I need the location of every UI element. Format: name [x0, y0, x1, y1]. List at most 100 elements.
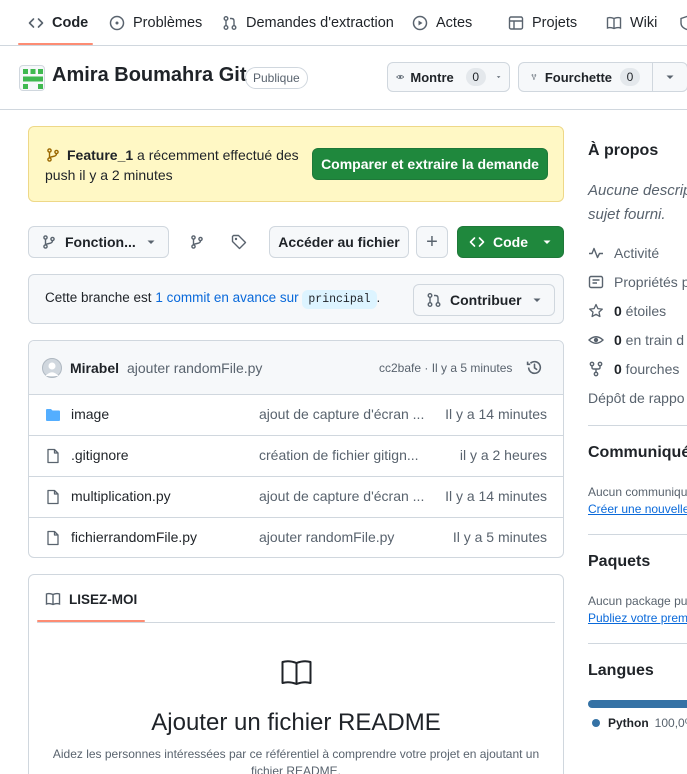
tab-code[interactable]: Code	[28, 0, 88, 46]
file-row[interactable]: multiplication.py ajout de capture d'écr…	[29, 477, 563, 518]
table-icon	[508, 16, 524, 30]
language-percent: 100,0%	[654, 716, 687, 730]
pull-request-icon	[427, 293, 441, 307]
file-commit-message[interactable]: création de fichier gitign...	[259, 447, 429, 463]
tab-actions-label: Actes	[436, 15, 473, 31]
file-name[interactable]: multiplication.py	[71, 488, 171, 504]
tab-issues[interactable]: Problèmes	[109, 0, 202, 46]
languages-title: Langues	[588, 662, 654, 679]
commit-author[interactable]: Mirabel	[70, 360, 119, 376]
commits-ahead-link[interactable]: 1 commit en avance sur	[155, 290, 298, 305]
fork-icon	[589, 361, 603, 377]
about-description: Aucune descrip	[588, 182, 687, 199]
fork-label: Fourchette	[544, 69, 612, 85]
file-name[interactable]: fichierrandomFile.py	[71, 529, 197, 545]
note-icon	[588, 275, 604, 289]
contribute-label: Contribuer	[450, 292, 522, 308]
readme-description: Aidez les personnes intéressées par ce r…	[52, 747, 540, 761]
readme-divider	[37, 622, 555, 623]
code-icon	[469, 237, 485, 247]
pull-request-icon	[223, 16, 237, 30]
file-row[interactable]: fichierrandomFile.py ajouter randomFile.…	[29, 518, 563, 557]
user-icon	[45, 362, 59, 376]
sidebar-divider	[588, 534, 687, 535]
issue-icon	[109, 15, 125, 31]
banner-message: a récemment effectué des	[133, 147, 299, 163]
releases-title[interactable]: Communiqué	[588, 444, 687, 462]
pulse-icon	[589, 247, 603, 259]
banner-line-1: Feature_1 a récemment effectué des	[45, 147, 299, 163]
stars-label: étoiles	[621, 303, 667, 319]
watching-count: 0	[614, 332, 622, 348]
file-commit-message[interactable]: ajouter randomFile.py	[259, 529, 429, 545]
tab-wiki[interactable]: Wiki	[606, 0, 657, 46]
tab-readme[interactable]: LISEZ-MOI	[45, 591, 137, 607]
tab-code-label: Code	[52, 15, 89, 31]
properties-link[interactable]: Propriétés p	[588, 272, 687, 292]
go-to-file-button[interactable]: Accéder au fichier	[269, 226, 409, 258]
file-commit-message[interactable]: ajout de capture d'écran ...	[259, 488, 429, 504]
add-file-button[interactable]: +	[416, 226, 448, 258]
tab-projects-label: Projets	[532, 15, 578, 31]
tag-icon[interactable]	[231, 234, 247, 250]
watching-label: en train d	[621, 332, 685, 348]
watchers-link[interactable]: 0 en train d	[588, 330, 684, 350]
branch-select[interactable]: Fonction...	[28, 226, 169, 258]
file-icon	[47, 489, 59, 505]
tab-wiki-label: Wiki	[630, 15, 658, 31]
watch-button[interactable]: Montre 0	[387, 62, 510, 92]
file-name[interactable]: image	[71, 406, 109, 422]
language-item-python[interactable]: Python 100,0%	[592, 716, 687, 730]
packages-title[interactable]: Paquets	[588, 553, 650, 571]
publish-package-link[interactable]: Publiez votre prem	[588, 611, 687, 625]
folder-icon	[46, 409, 60, 421]
commit-meta[interactable]: cc2bafe · Il y a 5 minutes	[379, 361, 512, 375]
branches-icon[interactable]	[189, 234, 205, 250]
commit-message[interactable]: ajouter randomFile.py	[127, 360, 262, 376]
repo-title[interactable]: Amira Boumahra Git	[52, 64, 246, 87]
book-icon	[45, 592, 61, 606]
stars-link[interactable]: 0 étoiles	[588, 301, 666, 321]
author-avatar[interactable]	[42, 358, 62, 378]
forks-link[interactable]: 0 fourches	[588, 359, 679, 379]
caret-down-icon	[543, 240, 551, 244]
fork-button[interactable]: Fourchette 0	[518, 62, 653, 92]
watch-label: Montre	[410, 69, 454, 85]
tab-projects[interactable]: Projets	[508, 0, 577, 46]
fork-icon	[531, 74, 537, 80]
language-bar	[588, 700, 687, 708]
properties-label: Propriétés p	[614, 274, 687, 290]
eye-icon	[588, 336, 604, 344]
caret-down-icon	[147, 240, 155, 244]
readme-description-2: fichier README.	[250, 764, 342, 774]
report-link[interactable]: Dépôt de rappo	[588, 388, 685, 408]
header-divider	[0, 109, 687, 110]
branch-status-prefix: Cette branche est	[45, 290, 156, 305]
tab-actions[interactable]: Actes	[412, 0, 472, 46]
banner-branch[interactable]: Feature_1	[67, 147, 133, 163]
code-button[interactable]: Code	[457, 226, 564, 258]
visibility-badge: Publique	[245, 67, 308, 89]
tab-pull-requests[interactable]: Demandes d'extraction	[222, 0, 394, 46]
watch-count: 0	[465, 68, 486, 86]
security-icon[interactable]	[679, 15, 687, 31]
contribute-button[interactable]: Contribuer	[413, 284, 555, 316]
file-row[interactable]: .gitignore création de fichier gitign...…	[29, 436, 563, 477]
fork-dropdown-button[interactable]	[652, 62, 687, 92]
file-row[interactable]: image ajout de capture d'écran ... Il y …	[29, 395, 563, 436]
caret-down-icon	[666, 75, 674, 79]
compare-pull-request-button[interactable]: Comparer et extraire la demande	[312, 148, 548, 180]
stars-count: 0	[614, 303, 622, 319]
file-time: Il y a 14 minutes	[445, 406, 547, 422]
base-branch-badge[interactable]: principal	[302, 290, 377, 309]
create-release-link[interactable]: Créer une nouvelle	[588, 502, 687, 516]
activity-link[interactable]: Activité	[588, 243, 659, 263]
file-commit-message[interactable]: ajout de capture d'écran ...	[259, 406, 429, 422]
star-icon	[589, 303, 603, 318]
history-icon[interactable]	[526, 359, 543, 376]
repo-avatar	[19, 65, 45, 91]
identicon-icon	[23, 69, 43, 89]
file-name[interactable]: .gitignore	[71, 447, 129, 463]
fork-count: 0	[620, 68, 640, 86]
readme-tab-label: LISEZ-MOI	[69, 591, 138, 607]
